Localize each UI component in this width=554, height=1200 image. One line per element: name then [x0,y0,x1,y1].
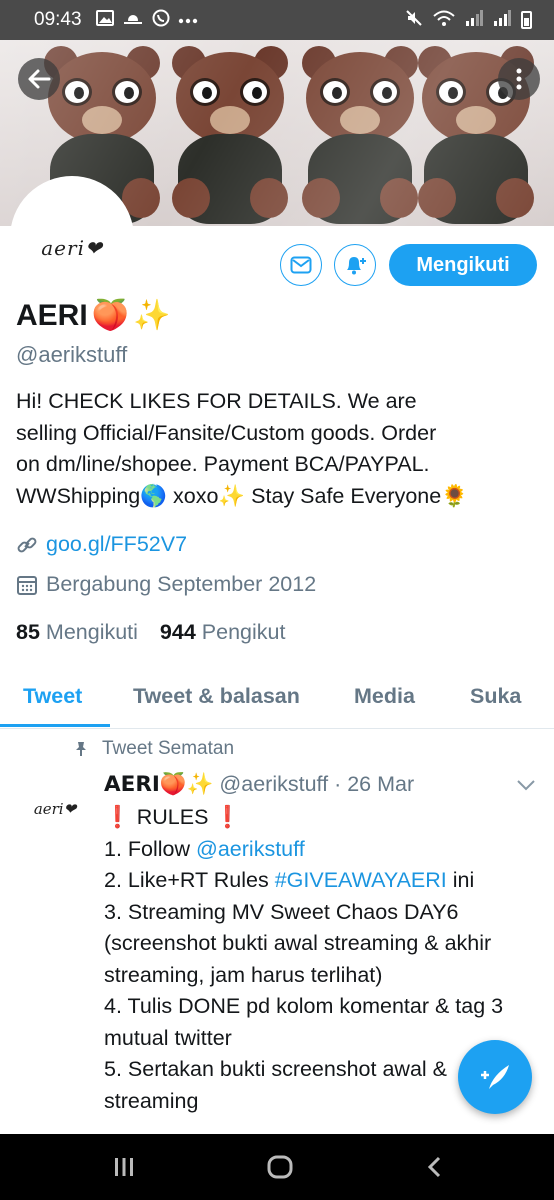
calendar-icon [17,575,37,595]
tweet-text: ini [446,868,475,892]
signal-icon [493,9,511,31]
android-nav-bar [0,1134,554,1200]
profile-website[interactable]: goo.gl/FF52V7 [16,532,187,557]
following-count-link[interactable]: 85 Mengikuti [16,620,138,645]
recent-apps-button[interactable] [104,1152,144,1182]
tweet-text: 2. Like+RT Rules [104,868,275,892]
peach-emoji: 🍑 [91,298,130,333]
display-name-text: AERI [16,298,88,332]
tweet-text: 1. Follow [104,836,197,861]
tweet-menu-button[interactable] [516,778,536,796]
followers-count: 944 [159,620,196,644]
pinned-label-text: Tweet Sematan [102,738,235,759]
quill-plus-icon [481,1065,509,1089]
profile-bio: Hi! CHECK LIKES FOR DETAILS. We are sell… [16,386,541,512]
tweet-text-line: ❗ RULES ❗ [104,802,534,834]
exclamation-icon: ❗ [104,805,131,829]
followers-label: Pengikut [201,620,286,644]
tweet-date: · 26 Mar [334,772,415,796]
display-name: AERI 🍑 ✨ [16,298,170,333]
chevron-down-icon [517,780,535,791]
tweet-author-name[interactable]: AERI🍑✨ [104,772,213,797]
tweet-text-line: streaming, jam harus terlihat) [104,960,534,992]
active-tab-indicator [0,724,110,727]
image-icon [95,9,114,31]
tab-tweet[interactable]: Tweet [23,684,82,709]
tweet-header: AERI🍑✨ @aerikstuff · 26 Mar [104,772,414,797]
pinned-tweet-label: Tweet Sematan [74,738,234,760]
pin-icon [76,742,86,756]
bio-line: on dm/line/shopee. Payment BCA/PAYPAL. [16,452,430,476]
tweet-text-line: 3. Streaming MV Sweet Chaos DAY6 [104,897,534,929]
chevron-left-icon [427,1156,441,1178]
tab-tweet-replies[interactable]: Tweet & balasan [133,684,300,709]
battery-icon [521,11,532,29]
avatar-logo-text: aeri❤ [41,236,103,260]
kebab-menu-icon [516,68,522,90]
tweet-text: 3. Streaming MV Sweet Chaos DAY6 [104,899,459,924]
signal-icon [465,9,483,31]
weather-icon [121,10,144,31]
followers-count-link[interactable]: 944 Pengikut [160,620,286,645]
tweet-link[interactable]: #GIVEAWAYAERI [275,868,447,892]
profile-handle: @aerikstuff [16,342,128,367]
tweet-text: RULES [130,805,215,829]
profile-avatar[interactable]: aeri❤ [10,176,134,300]
home-icon [267,1155,293,1179]
arrow-left-icon [28,69,51,89]
tweet-text: 5. Sertakan bukti screenshot awal & [104,1057,447,1081]
sparkles-emoji: ✨ [133,298,171,333]
following-label: Mengikuti [45,620,138,644]
tab-likes[interactable]: Suka [470,684,521,709]
whatsapp-icon [152,9,170,32]
home-button[interactable] [260,1152,300,1182]
tweet-link[interactable]: @aerikstuff [196,837,305,861]
following-button[interactable]: Mengikuti [389,244,537,286]
bio-line: selling Official/Fansite/Custom goods. O… [16,420,437,445]
exclamation-icon: ❗ [214,805,242,829]
wifi-icon [433,9,455,32]
tweet-text: mutual twitter [104,1025,232,1050]
following-count: 85 [16,620,40,644]
joined-text: Bergabung September 2012 [46,572,317,596]
more-icon [178,11,198,29]
compose-tweet-button[interactable] [458,1040,532,1114]
mute-icon [405,9,423,32]
tweet-text: (screenshot bukti awal streaming & akhir [104,931,492,955]
tweet-text: streaming [104,1088,199,1113]
status-time: 09:43 [34,9,82,30]
profile-tabs: Tweet Tweet & balasan Media Suka [0,668,554,729]
tab-media[interactable]: Media [354,684,415,709]
bio-line: Hi! CHECK LIKES FOR DETAILS. We are [16,389,417,413]
back-button[interactable] [18,58,60,100]
tweet-text: 4. Tulis DONE pd kolom komentar & tag 3 [104,994,504,1018]
website-link[interactable]: goo.gl/FF52V7 [46,532,187,557]
tweet-author-avatar[interactable]: aeri❤ [22,776,88,842]
tweet-text-line: 1. Follow @aerikstuff [104,834,534,866]
tweet-text-line: 2. Like+RT Rules #GIVEAWAYAERI ini [104,865,534,897]
tweet-author-handle[interactable]: @aerikstuff [219,772,328,797]
bio-line: WWShipping🌎 xoxo✨ Stay Safe Everyone🌻 [16,483,468,508]
recent-apps-icon [115,1158,133,1176]
message-button[interactable] [280,244,322,286]
back-nav-button[interactable] [414,1152,454,1182]
follow-counts: 85 Mengikuti 944 Pengikut [16,620,285,645]
tweet-text: streaming, jam harus terlihat) [104,962,383,987]
tweet-text-line: (screenshot bukti awal streaming & akhir [104,928,534,960]
notification-bell-button[interactable] [334,244,376,286]
envelope-icon [290,256,312,274]
link-icon [17,537,37,552]
more-options-button[interactable] [498,58,540,100]
profile-joined-date: Bergabung September 2012 [16,572,316,597]
bell-plus-icon [347,257,366,275]
status-bar: 09:43 [0,0,554,40]
tweet-text-line: 4. Tulis DONE pd kolom komentar & tag 3 [104,991,534,1023]
tweet-avatar-text: aeri❤ [33,800,77,818]
